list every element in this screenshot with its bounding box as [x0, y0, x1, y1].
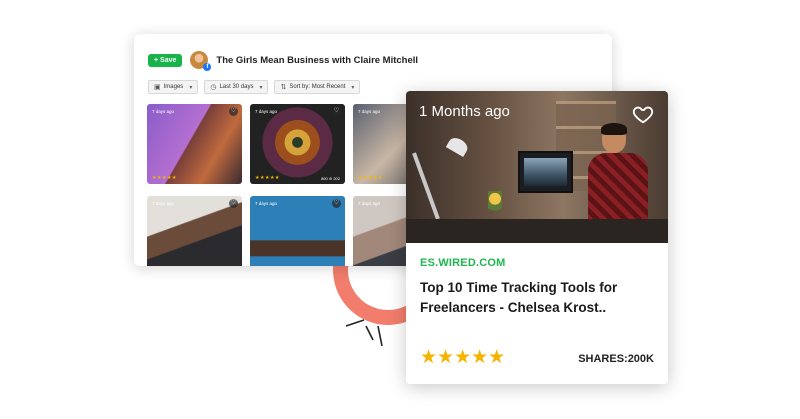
filter-sort-label: Sort by: Most Recent [289, 84, 346, 90]
image-card[interactable]: 7 days ago ♡ ★★★★★ 800 ⊘ 202 [250, 104, 345, 184]
sort-icon: ⇅ [280, 84, 287, 91]
chevron-down-icon: ▾ [351, 84, 355, 91]
card-rating: ★★★★★ [152, 175, 177, 181]
chevron-down-icon: ▾ [189, 84, 193, 91]
filter-sort-dropdown[interactable]: ⇅ Sort by: Most Recent ▾ [274, 80, 361, 94]
filter-date-dropdown[interactable]: ◷ Last 30 days ▾ [204, 80, 269, 94]
card-age: 7 days ago [358, 109, 381, 114]
filter-type-dropdown[interactable]: ▣ Images ▾ [148, 80, 199, 94]
article-headline[interactable]: Top 10 Time Tracking Tools for Freelance… [420, 278, 620, 318]
image-icon: ▣ [154, 84, 161, 91]
photo-lamp [412, 152, 440, 220]
clock-icon: ◷ [210, 84, 217, 91]
card-age: 7 days ago [152, 201, 175, 206]
heart-icon[interactable] [632, 103, 654, 125]
heart-icon[interactable]: ♡ [229, 199, 238, 208]
photo-lamp-head [445, 134, 471, 158]
heart-icon[interactable]: ♡ [332, 107, 341, 116]
article-card[interactable]: 1 Months ago ES.WIRED.COM Top 10 Time Tr… [406, 91, 668, 384]
photo-desk [406, 219, 668, 243]
article-source[interactable]: ES.WIRED.COM [420, 257, 506, 269]
filter-date-label: Last 30 days [219, 84, 254, 90]
filter-type-label: Images [163, 84, 184, 90]
star-rating: ★★★★★ [420, 347, 506, 368]
image-card[interactable]: 7 days ago ♡ [147, 196, 242, 266]
save-button[interactable]: + Save [148, 53, 183, 67]
heart-icon[interactable]: ♡ [332, 199, 341, 208]
card-age: 7 days ago [152, 109, 175, 114]
panel-header: + Save f The Girls Mean Business with Cl… [148, 51, 419, 71]
decorative-lines [345, 319, 383, 347]
avatar: f [190, 51, 212, 71]
article-photo: 1 Months ago [406, 91, 668, 243]
filter-bar: ▣ Images ▾ ◷ Last 30 days ▾ ⇅ Sort by: M… [148, 80, 361, 94]
image-card[interactable]: 7 days ago ♡ [250, 196, 345, 266]
card-rating: ★★★★★ [358, 175, 383, 181]
card-age: 7 days ago [358, 201, 381, 206]
page-title: The Girls Mean Business with Claire Mitc… [216, 54, 419, 66]
card-stats: 800 ⊘ 202 [321, 176, 340, 181]
chevron-down-icon: ▾ [259, 84, 263, 91]
article-age: 1 Months ago [419, 103, 510, 120]
heart-icon[interactable]: ♡ [229, 107, 238, 116]
image-card[interactable]: 7 days ago ♡ ★★★★★ [147, 104, 242, 184]
card-age: 7 days ago [255, 201, 278, 206]
shares-count: SHARES:200K [578, 353, 654, 365]
card-rating: ★★★★★ [255, 175, 280, 181]
photo-plant [488, 191, 502, 217]
photo-person-hair [601, 123, 627, 135]
card-age: 7 days ago [255, 109, 278, 114]
photo-monitor [518, 151, 573, 193]
facebook-icon: f [203, 63, 212, 71]
